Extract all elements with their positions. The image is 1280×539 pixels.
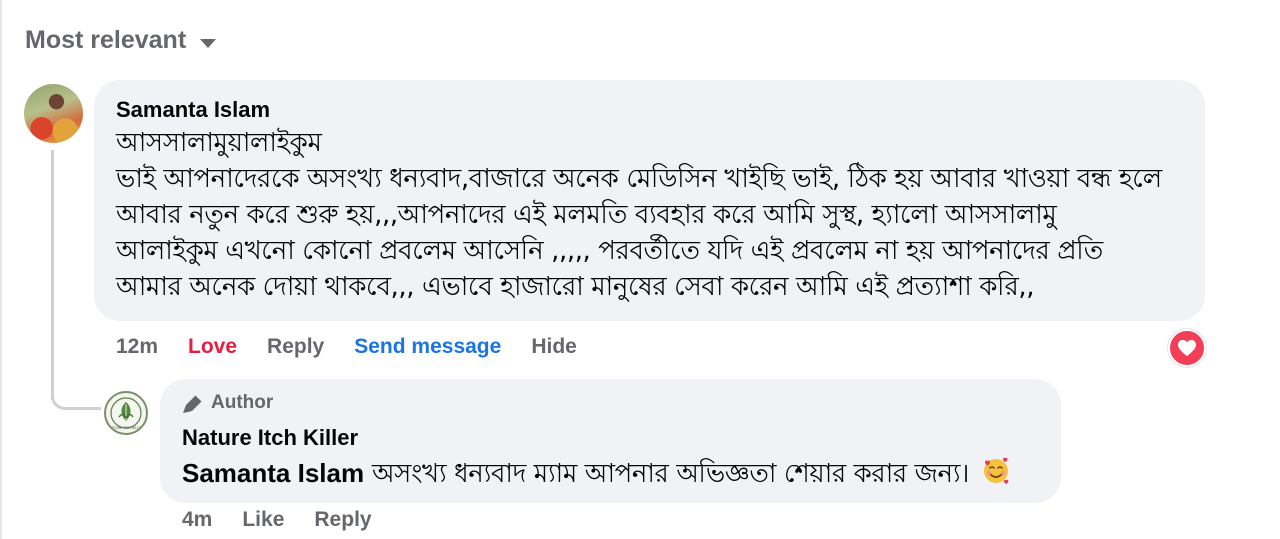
commenter-name[interactable]: Samanta Islam <box>116 97 270 123</box>
reply-bubble: Author Nature Itch Killer Samanta Islam … <box>160 379 1061 503</box>
panel-border <box>0 0 2 539</box>
comment-actions: 12m Love Reply Send message Hide <box>116 335 607 359</box>
author-badge: Author <box>181 392 273 414</box>
comment-text: আসসালামুয়ালাইকুম ভাই আপনাদেরকে অসংখ্য ধ… <box>116 125 1191 305</box>
comment-line: আলাইকুম এখনো কোনো প্রবলেম আসেনি ,,,,, পর… <box>116 236 1103 266</box>
thread-line-connector <box>51 396 101 410</box>
commenter-avatar[interactable] <box>24 84 83 143</box>
comment-line: ভাই আপনাদেরকে অসংখ্য ধন্যবাদ,বাজারে অনেক… <box>116 164 1162 194</box>
thread-line <box>51 150 54 400</box>
send-message-button[interactable]: Send message <box>354 335 501 359</box>
reply-button[interactable]: Reply <box>267 335 324 359</box>
reply-text: Samanta Islam অসংখ্য ধন্যবাদ ম্যাম আপনার… <box>182 455 1011 494</box>
reaction-badge[interactable] <box>1168 329 1206 367</box>
caret-down-icon <box>200 38 217 48</box>
nature-itch-killer-logo: NATURE ITCH KILLER <box>108 397 144 430</box>
pencil-icon <box>183 394 203 413</box>
sort-label: Most relevant <box>25 26 187 54</box>
reply-timestamp[interactable]: 4m <box>182 508 212 532</box>
comment-line: আমার অনেক দোয়া থাকবে,,, এভাবে হাজারো মা… <box>116 272 1035 302</box>
hide-button[interactable]: Hide <box>531 335 577 359</box>
reply-message: অসংখ্য ধন্যবাদ ম্যাম আপনার অভিজ্ঞতা শেয়… <box>371 459 970 489</box>
heart-icon <box>1178 339 1196 357</box>
reply-actions: 4m Like Reply <box>182 508 402 532</box>
reply-author-name[interactable]: Nature Itch Killer <box>182 425 358 451</box>
comment-bubble: Samanta Islam আসসালামুয়ালাইকুম ভাই আপনা… <box>94 80 1205 321</box>
comment-timestamp[interactable]: 12m <box>116 335 158 359</box>
sort-dropdown[interactable]: Most relevant <box>25 26 217 55</box>
smiling-face-with-hearts-icon <box>981 455 1011 494</box>
author-badge-label: Author <box>211 392 274 413</box>
love-button[interactable]: Love <box>188 335 237 359</box>
like-button[interactable]: Like <box>242 508 284 532</box>
page-avatar[interactable]: NATURE ITCH KILLER <box>104 391 148 435</box>
comment-line: আবার নতুন করে শুরু হয়,,,আপনাদের এই মলমত… <box>116 200 1057 230</box>
comment-line: আসসালামুয়ালাইকুম <box>116 128 322 158</box>
reply-button[interactable]: Reply <box>314 508 371 532</box>
svg-text:NATURE ITCH KILLER: NATURE ITCH KILLER <box>108 426 144 430</box>
mention-link[interactable]: Samanta Islam <box>182 458 364 488</box>
